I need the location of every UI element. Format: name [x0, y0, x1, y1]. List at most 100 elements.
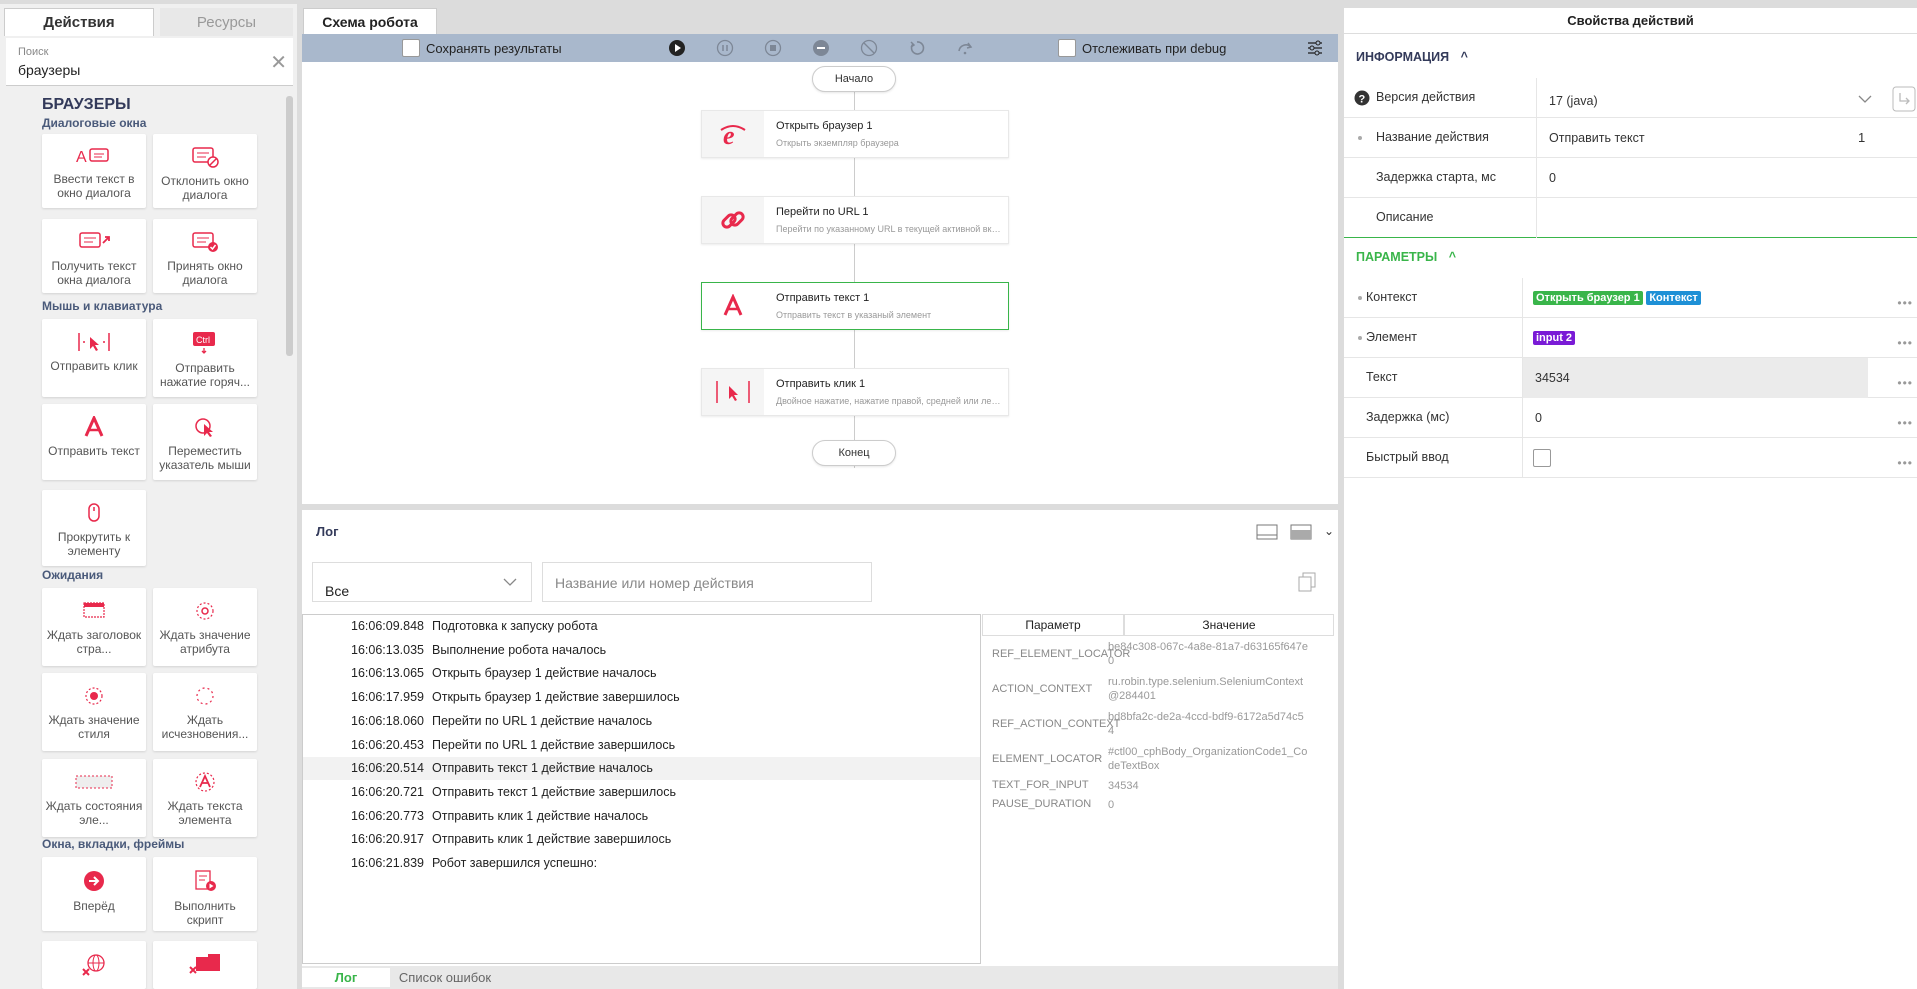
- action-card[interactable]: Ctrl Отправить нажатие горяч...: [153, 319, 257, 397]
- action-card[interactable]: Получить текст окна диалога: [42, 219, 146, 293]
- start-delay-input[interactable]: 0: [1536, 158, 1886, 198]
- action-card[interactable]: [153, 941, 257, 989]
- settings-sliders-icon[interactable]: [1306, 39, 1324, 57]
- context-tag-context[interactable]: Контекст: [1646, 291, 1701, 305]
- action-card[interactable]: Отправить текст: [42, 404, 146, 480]
- log-row[interactable]: 16:06:18.060 Перейти по URL 1 действие на…: [303, 710, 980, 733]
- prop-start-delay: Задержка старта, мс 0: [1344, 158, 1917, 198]
- stop-icon[interactable]: [764, 39, 782, 57]
- action-card[interactable]: Ждать значение атрибута: [153, 588, 257, 666]
- start-node[interactable]: Начало: [812, 66, 896, 92]
- fast-input-checkbox[interactable]: [1533, 449, 1551, 467]
- disable-icon[interactable]: [860, 39, 878, 57]
- param-header-name: Параметр: [982, 614, 1124, 636]
- flow-node-open-browser[interactable]: e Открыть браузер 1 Открыть экземпляр бр…: [701, 110, 1009, 158]
- action-card[interactable]: [42, 941, 146, 989]
- chevron-down-icon: [503, 578, 517, 586]
- play-icon[interactable]: [668, 39, 686, 57]
- action-card[interactable]: Ждать заголовок стра...: [42, 588, 146, 666]
- context-tag-browser[interactable]: Открыть браузер 1: [1533, 291, 1643, 305]
- minus-icon[interactable]: [812, 39, 830, 57]
- layout-split-icon[interactable]: [1290, 524, 1312, 540]
- log-row[interactable]: 16:06:09.848 Подготовка к запуску робота: [303, 615, 980, 638]
- pause-input[interactable]: 0: [1522, 398, 1868, 438]
- layout-single-icon[interactable]: [1256, 524, 1278, 540]
- search-input[interactable]: Поиск браузеры ✕: [6, 38, 293, 86]
- more-icon[interactable]: •••: [1897, 456, 1913, 470]
- params-section-title[interactable]: ПАРАМЕТРЫ ^: [1356, 250, 1456, 264]
- log-row[interactable]: 16:06:17.959 Открыть браузер 1 действие з…: [303, 686, 980, 709]
- info-section-title[interactable]: ИНФОРМАЦИЯ ^: [1356, 50, 1468, 64]
- track-debug-checkbox[interactable]: [1058, 39, 1076, 57]
- action-card[interactable]: Отклонить окно диалога: [153, 134, 257, 208]
- more-icon[interactable]: •••: [1897, 416, 1913, 430]
- action-card[interactable]: Ждать состояния эле...: [42, 759, 146, 837]
- tab-log[interactable]: Лог: [302, 968, 390, 987]
- log-row[interactable]: 16:06:13.065 Открыть браузер 1 действие н…: [303, 662, 980, 685]
- action-card[interactable]: Ждать текста элемента: [153, 759, 257, 837]
- save-results-checkbox[interactable]: [402, 39, 420, 57]
- log-search-input[interactable]: Название или номер действия: [542, 562, 872, 602]
- param-context: Контекст Открыть браузер 1 Контекст •••: [1344, 278, 1917, 318]
- wait-text-icon: [195, 772, 215, 792]
- flow-node-goto-url[interactable]: Перейти по URL 1 Перейти по указанному U…: [701, 196, 1009, 244]
- log-row[interactable]: 16:06:20.721 Отправить текст 1 действие з…: [303, 781, 980, 804]
- log-row[interactable]: 16:06:13.035 Выполнение робота началось: [303, 639, 980, 662]
- tab-errors[interactable]: Список ошибок: [392, 968, 498, 987]
- chevron-down-icon[interactable]: ⌄: [1324, 524, 1334, 538]
- log-filter-select[interactable]: Все: [312, 562, 532, 602]
- element-tag[interactable]: input 2: [1533, 331, 1576, 345]
- log-message: Отправить текст 1 действие началось: [432, 761, 653, 776]
- log-row[interactable]: 16:06:20.773 Отправить клик 1 действие на…: [303, 805, 980, 828]
- link-icon: [702, 197, 764, 243]
- text-input[interactable]: 34534: [1522, 358, 1868, 398]
- log-row[interactable]: 16:06:21.839 Робот завершился успешно:: [303, 852, 980, 875]
- robot-canvas[interactable]: Сохранять результаты Отслеживать при deb…: [302, 34, 1338, 504]
- hotkey-icon: Ctrl: [193, 332, 215, 354]
- more-icon[interactable]: •••: [1897, 296, 1913, 310]
- name-input[interactable]: Отправить текст: [1536, 118, 1838, 158]
- svg-text:?: ?: [1359, 94, 1366, 106]
- tab-actions[interactable]: Действия: [4, 8, 154, 36]
- log-row[interactable]: 16:06:20.917 Отправить клик 1 действие за…: [303, 828, 980, 851]
- version-value: 17 (java): [1549, 94, 1598, 108]
- node-subtitle: Двойное нажатие, нажатие правой, средней…: [776, 396, 1001, 406]
- redo-icon[interactable]: [956, 39, 974, 57]
- search-value[interactable]: браузеры: [18, 62, 80, 78]
- prop-label: Текст: [1366, 370, 1398, 384]
- pause-icon[interactable]: [716, 39, 734, 57]
- element-value[interactable]: input 2: [1522, 318, 1868, 358]
- log-row[interactable]: 16:06:20.453 Перейти по URL 1 действие за…: [303, 734, 980, 757]
- end-node[interactable]: Конец: [812, 440, 896, 466]
- action-card[interactable]: Прокрутить к элементу: [42, 490, 146, 566]
- more-icon[interactable]: •••: [1897, 376, 1913, 390]
- undo-icon[interactable]: [908, 39, 926, 57]
- more-icon[interactable]: •••: [1897, 336, 1913, 350]
- action-card[interactable]: Ждать исчезновения...: [153, 673, 257, 751]
- flow-link-icon[interactable]: [1892, 86, 1916, 112]
- params-section-label: ПАРАМЕТРЫ: [1356, 250, 1438, 264]
- clear-icon[interactable]: ✕: [270, 50, 287, 75]
- tab-resources[interactable]: Ресурсы: [160, 8, 293, 36]
- action-card[interactable]: A Ввести текст в окно диалога: [42, 134, 146, 208]
- flow-node-send-click[interactable]: Отправить клик 1 Двойное нажатие, нажати…: [701, 368, 1009, 416]
- tab-robot-scheme[interactable]: Схема робота: [303, 8, 437, 34]
- action-card[interactable]: Отправить клик: [42, 319, 146, 397]
- flow-node-send-text[interactable]: Отправить текст 1 Отправить текст в указ…: [701, 282, 1009, 330]
- version-select[interactable]: 17 (java): [1536, 78, 1886, 118]
- action-card[interactable]: Ждать значение стиля: [42, 673, 146, 751]
- action-card[interactable]: Выполнить скрипт: [153, 857, 257, 931]
- scrollbar[interactable]: [286, 96, 293, 356]
- context-value[interactable]: Открыть браузер 1 Контекст: [1522, 278, 1868, 318]
- action-card[interactable]: Переместить указатель мыши: [153, 404, 257, 480]
- log-message: Выполнение робота началось: [432, 642, 607, 657]
- help-icon[interactable]: ?: [1354, 90, 1370, 106]
- click-icon: [78, 333, 110, 351]
- description-input[interactable]: [1536, 198, 1886, 238]
- close-tab-icon: [189, 954, 220, 974]
- log-row[interactable]: 16:06:20.514 Отправить текст 1 действие н…: [303, 757, 980, 781]
- copy-icon[interactable]: [1298, 572, 1316, 592]
- log-list[interactable]: 16:06:09.848 Подготовка к запуску робота …: [302, 614, 981, 964]
- action-card[interactable]: Вперёд: [42, 857, 146, 931]
- action-card[interactable]: Принять окно диалога: [153, 219, 257, 293]
